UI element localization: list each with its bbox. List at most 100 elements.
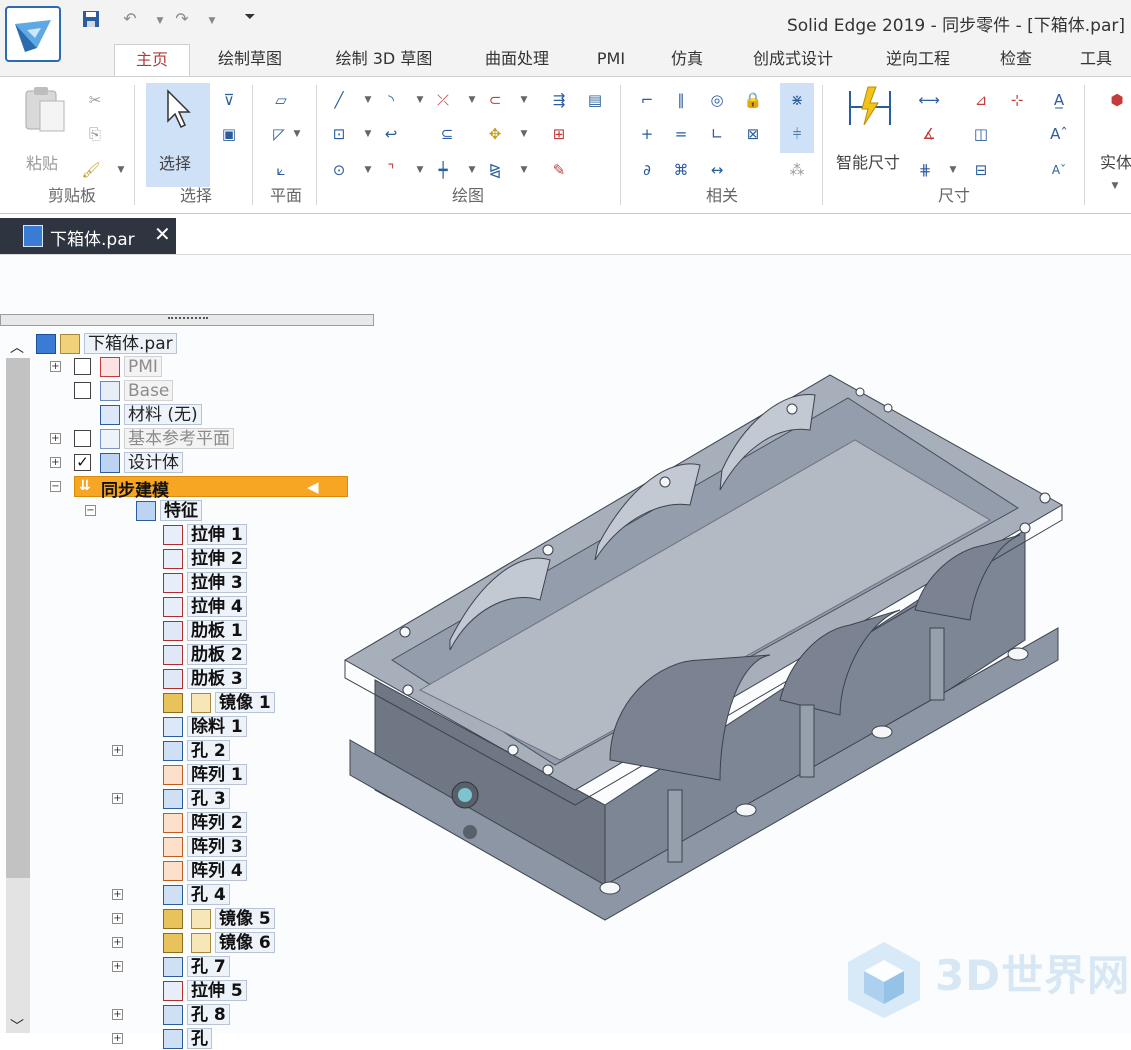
- tab-reverse-engineering[interactable]: 逆向工程: [870, 44, 966, 76]
- visibility-checkbox[interactable]: [74, 430, 91, 447]
- expand-icon[interactable]: +: [50, 457, 61, 468]
- tree-node-synchronous-row[interactable]: ⇊ 同步建模 ◀: [74, 476, 348, 501]
- coordinate-dimension-icon[interactable]: ⋕: [914, 159, 936, 181]
- expand-icon[interactable]: +: [50, 361, 61, 372]
- tree-node-feature[interactable]: 镜像 1: [215, 692, 275, 713]
- customize-toolbar-icon[interactable]: ⏷: [241, 8, 259, 26]
- corner-dropdown-icon[interactable]: ▼: [415, 159, 425, 181]
- tab-sketch[interactable]: 绘制草图: [204, 44, 296, 76]
- construction-dropdown-icon[interactable]: ▼: [467, 159, 477, 181]
- select-tool-button[interactable]: 选择: [146, 83, 210, 187]
- smart-dimension-button[interactable]: 智能尺寸: [836, 149, 900, 173]
- offset-icon[interactable]: ⊂: [484, 89, 506, 111]
- expand-icon[interactable]: +: [112, 889, 123, 900]
- tab-pmi[interactable]: PMI: [584, 44, 638, 76]
- tree-node-feature[interactable]: 阵列 2: [187, 812, 247, 833]
- tangent-icon[interactable]: ∟: [706, 123, 728, 145]
- circle-icon[interactable]: ⊙: [328, 159, 350, 181]
- lock-icon[interactable]: 🔒: [742, 89, 764, 111]
- horizontal-vertical-icon[interactable]: ∂: [636, 159, 658, 181]
- rectangle-icon[interactable]: ⊡: [328, 123, 350, 145]
- pencil-icon[interactable]: ✎: [548, 159, 570, 181]
- expand-icon[interactable]: +: [50, 433, 61, 444]
- tree-node-feature[interactable]: 肋板 1: [187, 620, 247, 641]
- dimension-dropdown-icon[interactable]: ▼: [948, 159, 958, 181]
- tree-node-feature[interactable]: 拉伸 5: [187, 980, 247, 1001]
- copy-icon[interactable]: ⎘: [84, 123, 106, 145]
- paste-icon[interactable]: [22, 85, 68, 139]
- plane-dropdown-icon[interactable]: ▼: [292, 123, 302, 145]
- text-decrease-icon[interactable]: Aˇ: [1048, 159, 1070, 181]
- tree-node-feature[interactable]: 肋板 2: [187, 644, 247, 665]
- dimension-axis-icon[interactable]: ⊹: [1006, 89, 1028, 111]
- coincident-plane-icon[interactable]: ◸: [268, 123, 290, 145]
- trim-dropdown-icon[interactable]: ▼: [467, 89, 477, 111]
- arc-icon[interactable]: ◝: [380, 89, 402, 111]
- tab-simulation[interactable]: 仿真: [658, 44, 716, 76]
- tree-node-feature[interactable]: 孔 8: [187, 1004, 230, 1025]
- relation-handles-icon[interactable]: ⫩: [786, 123, 808, 145]
- arc-dropdown-icon[interactable]: ▼: [415, 89, 425, 111]
- line-icon[interactable]: ╱: [328, 89, 350, 111]
- visibility-checkbox[interactable]: [74, 382, 91, 399]
- solid-dropdown-icon[interactable]: ▼: [1110, 175, 1120, 197]
- attach-dimension-icon[interactable]: ⊟: [970, 159, 992, 181]
- visibility-checkbox[interactable]: [74, 358, 91, 375]
- gearbox-housing-model[interactable]: [330, 360, 1070, 930]
- tree-node-feature[interactable]: 肋板 3: [187, 668, 247, 689]
- zone-icon[interactable]: ⊞: [548, 123, 570, 145]
- tree-root-label[interactable]: 下箱体.par: [84, 333, 177, 354]
- tree-node-feature[interactable]: 拉伸 4: [187, 596, 247, 617]
- curve-icon[interactable]: ↩: [380, 123, 402, 145]
- mirror-sketch-icon[interactable]: ⧎: [484, 159, 506, 181]
- tree-node-feature[interactable]: 拉伸 3: [187, 572, 247, 593]
- tree-node-design-body[interactable]: 设计体: [124, 452, 183, 473]
- plane-icon[interactable]: ▱: [270, 89, 292, 111]
- tab-3d-sketch[interactable]: 绘制 3D 草图: [318, 44, 450, 76]
- app-logo-button[interactable]: [5, 6, 61, 62]
- rectangle-dropdown-icon[interactable]: ▼: [363, 123, 373, 145]
- project-icon[interactable]: ⇶: [548, 89, 570, 111]
- tree-node-feature[interactable]: 孔 4: [187, 884, 230, 905]
- mirror-dropdown-icon[interactable]: ▼: [519, 159, 529, 181]
- solid-icon[interactable]: ⬢: [1106, 89, 1128, 111]
- line-dropdown-icon[interactable]: ▼: [363, 89, 373, 111]
- tab-surfacing[interactable]: 曲面处理: [470, 44, 564, 76]
- smart-dimension-icon[interactable]: [846, 85, 894, 135]
- close-icon[interactable]: ✕: [154, 222, 171, 246]
- maintain-relations-icon[interactable]: ⋇: [786, 89, 808, 111]
- coordinate-system-icon[interactable]: ⟀: [270, 159, 292, 181]
- paste-dropdown-icon[interactable]: ▼: [116, 159, 126, 181]
- tree-node-feature[interactable]: 拉伸 1: [187, 524, 247, 545]
- angle-between-icon[interactable]: ∡: [918, 123, 940, 145]
- collapse-icon[interactable]: −: [85, 505, 96, 516]
- tab-generative-design[interactable]: 创成式设计: [738, 44, 848, 76]
- scroll-up-icon[interactable]: ︿: [10, 337, 24, 357]
- tree-node-feature[interactable]: 孔 2: [187, 740, 230, 761]
- undo-icon[interactable]: ↶: [121, 10, 139, 28]
- tree-node-feature[interactable]: 孔 7: [187, 956, 230, 977]
- format-painter-icon[interactable]: 🖌: [80, 159, 102, 181]
- rigid-set-icon[interactable]: ⊠: [742, 123, 764, 145]
- expand-icon[interactable]: +: [112, 961, 123, 972]
- tree-node-feature[interactable]: 孔: [187, 1028, 212, 1049]
- distance-between-icon[interactable]: ⟷: [918, 89, 940, 111]
- perpendicular-icon[interactable]: ⌐: [636, 89, 658, 111]
- trim-icon[interactable]: ⤫: [432, 89, 454, 111]
- move-dropdown-icon[interactable]: ▼: [519, 123, 529, 145]
- concentric-icon[interactable]: ◎: [706, 89, 728, 111]
- offset-dropdown-icon[interactable]: ▼: [519, 89, 529, 111]
- collapse-icon[interactable]: −: [50, 481, 61, 492]
- tab-inspect[interactable]: 检查: [986, 44, 1046, 76]
- select-filter-icon[interactable]: ⊽: [218, 89, 240, 111]
- include-icon[interactable]: ▤: [584, 89, 606, 111]
- chamfer-dimension-icon[interactable]: ◫: [970, 123, 992, 145]
- tree-node-reference-planes[interactable]: 基本参考平面: [124, 428, 234, 449]
- corner-icon[interactable]: ⌝: [380, 159, 402, 181]
- tab-home[interactable]: 主页: [114, 44, 190, 76]
- document-tab[interactable]: 下箱体.par ✕: [0, 218, 176, 254]
- undo-dropdown-icon[interactable]: ▼: [151, 12, 169, 30]
- symmetric-dimension-icon[interactable]: ⊿: [970, 89, 992, 111]
- expand-icon[interactable]: +: [112, 937, 123, 948]
- equal-icon[interactable]: =: [670, 123, 692, 145]
